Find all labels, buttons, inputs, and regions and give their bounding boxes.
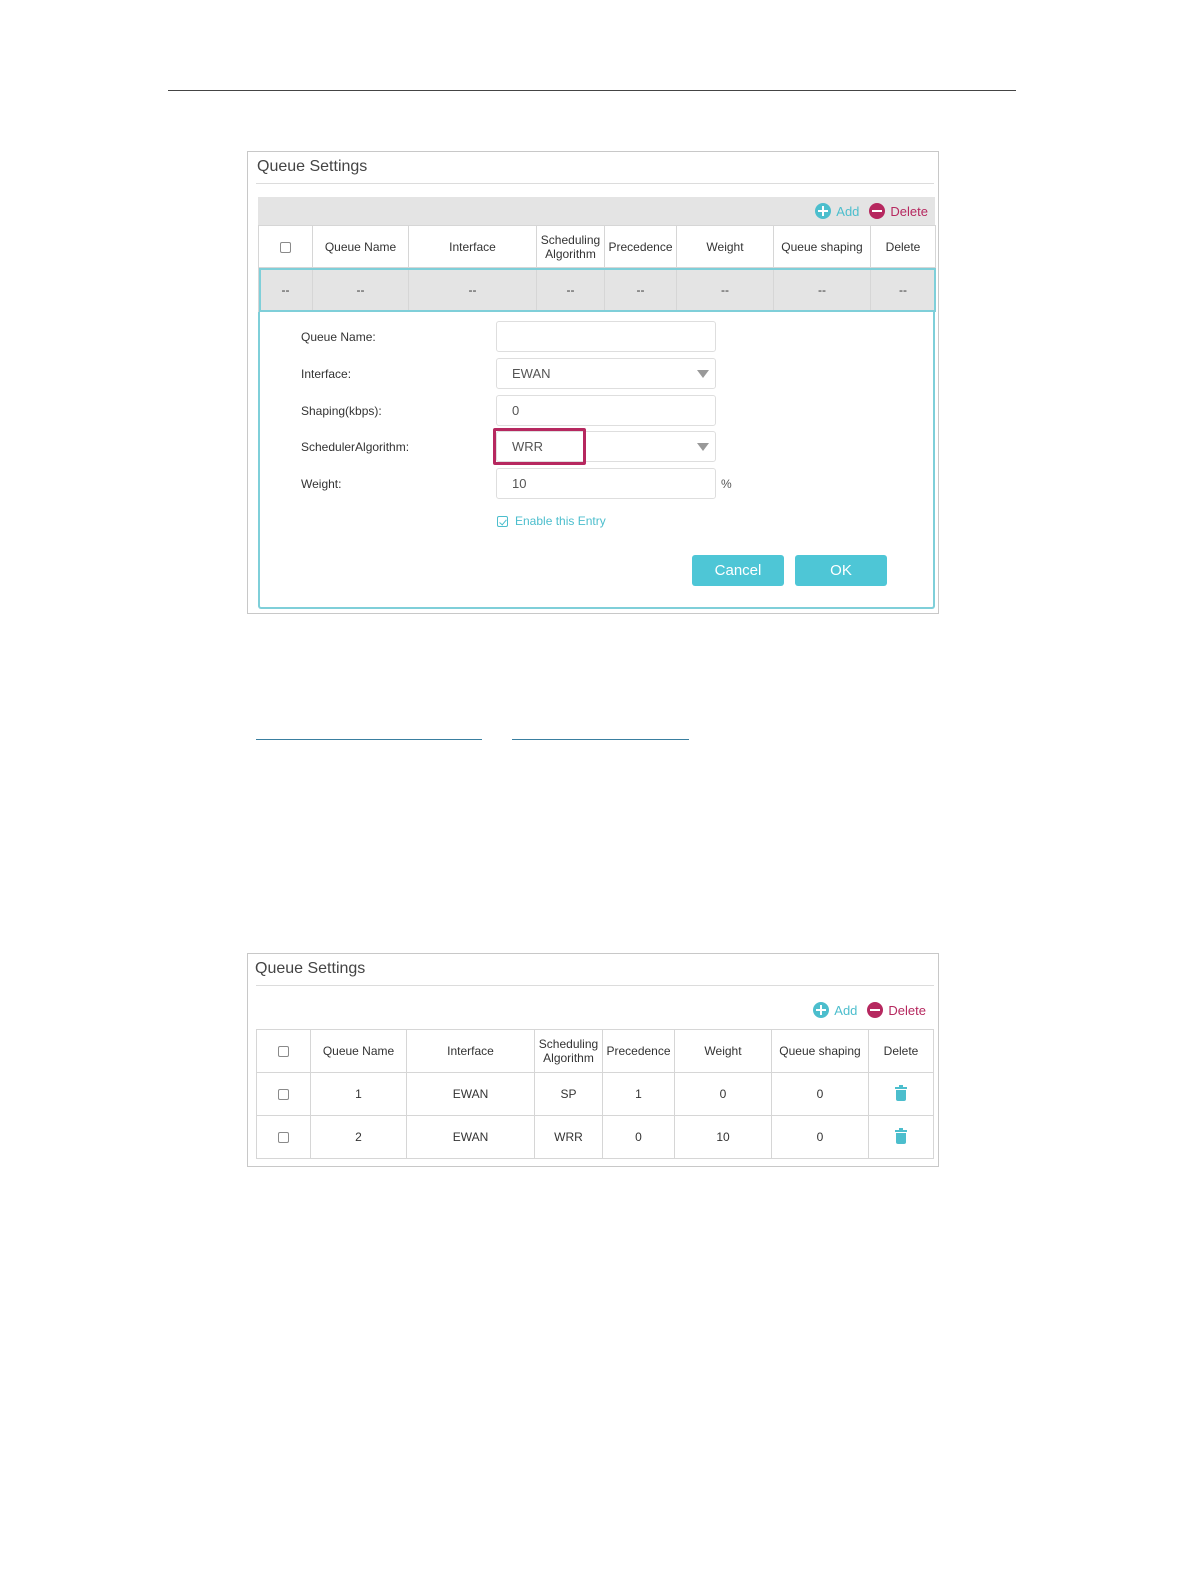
- plus-circle-icon: [815, 203, 832, 219]
- placeholder-cell: --: [676, 267, 774, 312]
- row-checkbox[interactable]: [278, 1132, 289, 1144]
- delete-button[interactable]: Delete: [869, 203, 928, 219]
- scheduler-label: SchedulerAlgorithm:: [301, 440, 410, 454]
- ok-button[interactable]: OK: [795, 555, 887, 586]
- panel-title: Queue Settings: [255, 960, 366, 977]
- queue-name-label: Queue Name:: [301, 330, 376, 344]
- trash-icon[interactable]: [895, 1084, 907, 1101]
- col-precedence: Precedence: [604, 225, 677, 268]
- col-queue-shaping: Queue shaping: [771, 1029, 869, 1073]
- minus-circle-icon: [869, 203, 886, 219]
- row-delete-cell[interactable]: [868, 1072, 934, 1116]
- cell-interface: EWAN: [406, 1115, 535, 1159]
- plus-circle-icon: [813, 1002, 830, 1018]
- enable-entry-checkbox[interactable]: [497, 515, 508, 527]
- cancel-button[interactable]: Cancel: [692, 555, 784, 586]
- weight-input[interactable]: 10: [496, 468, 716, 499]
- cell-precedence: 0: [602, 1115, 675, 1159]
- placeholder-cell: --: [312, 267, 409, 312]
- trash-icon[interactable]: [895, 1127, 907, 1144]
- cell-shaping: 0: [771, 1115, 869, 1159]
- col-precedence: Precedence: [602, 1029, 675, 1073]
- dropdown-arrow-icon: [697, 443, 709, 451]
- cell-algorithm: WRR: [534, 1115, 603, 1159]
- link-underline-2: [512, 739, 689, 740]
- interface-label: Interface:: [301, 367, 352, 381]
- cell-weight: 0: [674, 1072, 772, 1116]
- queue-name-input[interactable]: [496, 321, 716, 352]
- cell-weight: 10: [674, 1115, 772, 1159]
- weight-unit: %: [721, 477, 732, 491]
- interface-select[interactable]: EWAN: [496, 358, 716, 389]
- select-all-cell[interactable]: [256, 1029, 311, 1073]
- queue-settings-panel-edit: Queue Settings Add Delete Queue Name Int…: [247, 151, 939, 614]
- col-delete: Delete: [868, 1029, 934, 1073]
- title-divider: [256, 183, 934, 184]
- shaping-label: Shaping(kbps):: [301, 404, 382, 418]
- placeholder-cell: --: [408, 267, 537, 312]
- row-select-cell[interactable]: [256, 1072, 311, 1116]
- queue-edit-form: Queue Name: Interface: EWAN Shaping(kbps…: [258, 312, 935, 609]
- delete-label: Delete: [890, 203, 928, 219]
- row-checkbox[interactable]: [278, 1089, 289, 1101]
- enable-entry-option[interactable]: Enable this Entry: [497, 514, 606, 528]
- queue-table-edit: Queue Name Interface Scheduling Algorith…: [258, 225, 936, 312]
- dropdown-arrow-icon: [697, 370, 709, 378]
- col-interface: Interface: [408, 225, 537, 268]
- col-weight: Weight: [676, 225, 774, 268]
- col-queue-shaping: Queue shaping: [773, 225, 871, 268]
- table-row: 1 EWAN SP 1 0 0: [256, 1072, 934, 1116]
- col-scheduling-algorithm: Scheduling Algorithm: [536, 225, 605, 268]
- scheduler-highlight-box: [493, 428, 586, 465]
- row-delete-cell[interactable]: [868, 1115, 934, 1159]
- placeholder-cell: --: [870, 267, 936, 312]
- select-all-cell[interactable]: [258, 225, 313, 268]
- cell-algorithm: SP: [534, 1072, 603, 1116]
- col-queue-name: Queue Name: [312, 225, 409, 268]
- add-button[interactable]: Add: [815, 203, 859, 219]
- col-queue-name: Queue Name: [310, 1029, 407, 1073]
- queue-table: Queue Name Interface Scheduling Algorith…: [256, 1029, 934, 1159]
- page-header-rule: [168, 90, 1016, 91]
- col-scheduling-algorithm: Scheduling Algorithm: [534, 1029, 603, 1073]
- cell-interface: EWAN: [406, 1072, 535, 1116]
- weight-label: Weight:: [301, 477, 342, 491]
- row-select-cell[interactable]: [256, 1115, 311, 1159]
- add-label: Add: [834, 1002, 858, 1018]
- editing-row: -- -- -- -- -- -- -- --: [258, 267, 936, 312]
- placeholder-cell: --: [773, 267, 871, 312]
- cell-precedence: 1: [602, 1072, 675, 1116]
- table-header-row: Queue Name Interface Scheduling Algorith…: [258, 225, 936, 268]
- placeholder-cell: --: [536, 267, 605, 312]
- interface-value: EWAN: [512, 366, 551, 381]
- add-button[interactable]: Add: [813, 1002, 857, 1018]
- cell-shaping: 0: [771, 1072, 869, 1116]
- table-toolbar: Add Delete: [258, 197, 935, 225]
- delete-button[interactable]: Delete: [867, 1002, 926, 1018]
- table-toolbar: Add Delete: [256, 999, 933, 1021]
- table-header-row: Queue Name Interface Scheduling Algorith…: [256, 1029, 934, 1073]
- select-all-checkbox[interactable]: [280, 241, 291, 253]
- col-weight: Weight: [674, 1029, 772, 1073]
- select-all-checkbox[interactable]: [278, 1046, 289, 1058]
- enable-entry-label: Enable this Entry: [515, 514, 606, 528]
- col-interface: Interface: [406, 1029, 535, 1073]
- placeholder-cell: --: [604, 267, 677, 312]
- minus-circle-icon: [867, 1002, 884, 1018]
- cell-queue-name: 1: [310, 1072, 407, 1116]
- placeholder-cell: --: [258, 267, 313, 312]
- cell-queue-name: 2: [310, 1115, 407, 1159]
- table-row: 2 EWAN WRR 0 10 0: [256, 1115, 934, 1159]
- col-delete: Delete: [870, 225, 936, 268]
- delete-label: Delete: [888, 1002, 926, 1018]
- panel-title: Queue Settings: [257, 158, 368, 175]
- add-label: Add: [836, 203, 860, 219]
- shaping-input[interactable]: 0: [496, 395, 716, 426]
- queue-settings-panel-list: Queue Settings Add Delete Queue Name Int…: [247, 953, 939, 1167]
- link-underline-1: [256, 739, 482, 740]
- title-divider: [256, 985, 934, 986]
